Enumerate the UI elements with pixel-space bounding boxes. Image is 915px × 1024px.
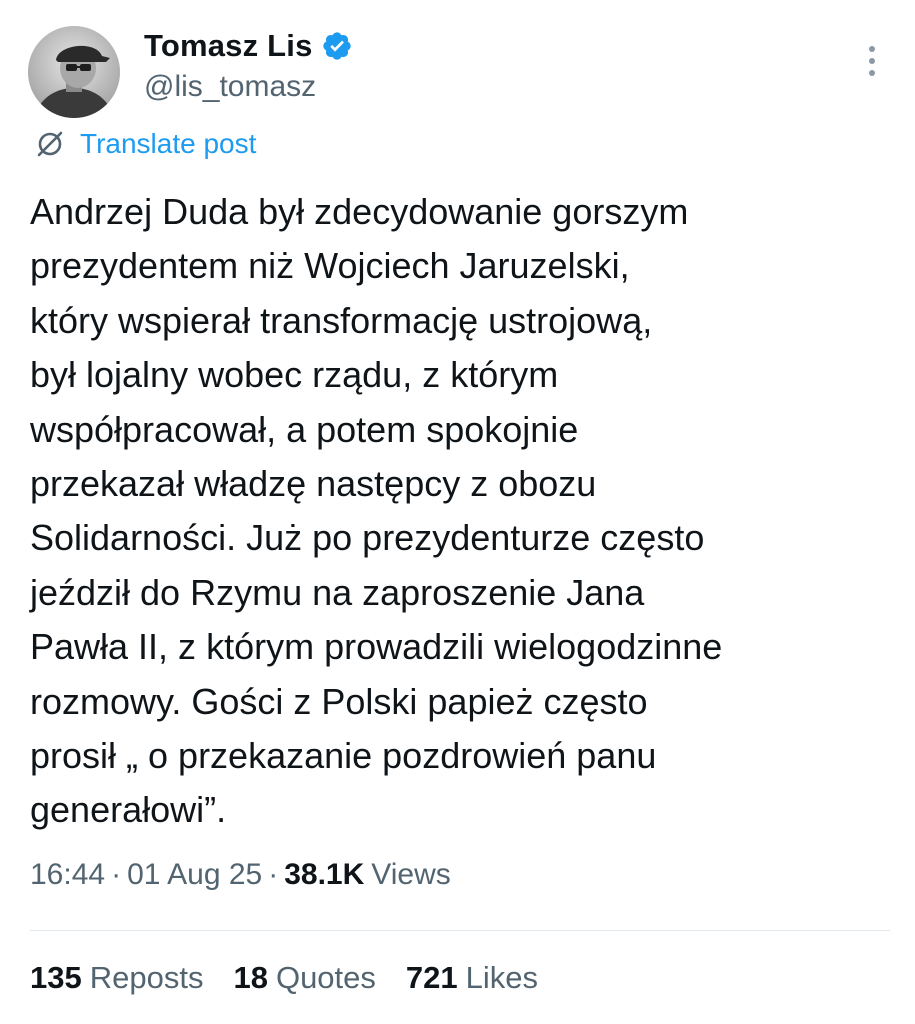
tweet-text-line: przekazał władzę następcy z obozu [30,463,597,505]
tweet-text-line: jeździł do Rzymu na zaproszenie Jana [30,571,645,613]
globe-slash-icon [32,126,68,162]
meta-separator: · [111,858,122,891]
meta-separator: · [268,858,279,891]
more-options-icon[interactable] [858,46,886,76]
tweet-text-line: był lojalny wobec rządu, z którym [30,354,559,396]
quotes-count: 18 [233,960,268,995]
tweet-text-line: który wspierał transformację ustrojową, [30,299,653,341]
tweet-date[interactable]: 01 Aug 25 [127,858,262,892]
tweet-page: Tomasz Lis @lis_tomasz Translate post An… [0,0,915,1024]
tweet-text-line: rozmowy. Gości z Polski papież często [30,680,648,722]
tweet-text: Andrzej Duda był zdecydowanie gorszym pr… [30,185,890,838]
divider [30,930,890,931]
tweet-text-line: generałowi”. [30,789,227,831]
tweet-time[interactable]: 16:44 [30,858,105,892]
views-count[interactable]: 38.1K [284,858,364,892]
reposts-stat[interactable]: 135 Reposts [30,960,203,996]
dot [869,46,875,52]
tweet-text-line: prezydentem niż Wojciech Jaruzelski, [30,245,630,287]
likes-count: 721 [405,960,458,995]
reposts-count: 135 [30,960,82,995]
tweet-text-line: Solidarności. Już po prezydenturze częst… [30,517,705,559]
tweet-text-line: Pawła II, z którym prowadzili wielogodzi… [30,626,723,668]
quotes-stat[interactable]: 18 Quotes [233,960,375,996]
author-handle[interactable]: @lis_tomasz [144,70,316,104]
quotes-label: Quotes [275,960,376,995]
dot [869,70,875,76]
avatar[interactable] [28,26,120,118]
likes-stat[interactable]: 721 Likes [406,960,538,996]
author-display-name[interactable]: Tomasz Lis [144,28,313,64]
reposts-label: Reposts [89,960,204,995]
dot [869,58,875,64]
translate-post-label[interactable]: Translate post [80,128,256,160]
likes-label: Likes [465,960,539,995]
author-name-row[interactable]: Tomasz Lis [144,26,353,66]
verified-badge-icon [321,30,353,62]
engagement-stats: 135 Reposts 18 Quotes 721 Likes [30,960,538,996]
tweet-text-line: prosił „ o przekazanie pozdrowień panu [30,735,657,777]
translate-post-button[interactable]: Translate post [32,126,256,162]
tweet-meta: 16:44 · 01 Aug 25 · 38.1K Views [30,858,451,892]
user-photo-avatar-icon [28,26,120,118]
views-label[interactable]: Views [371,858,450,892]
tweet-text-line: Andrzej Duda był zdecydowanie gorszym [30,191,689,232]
tweet-text-line: współpracował, a potem spokojnie [30,408,579,450]
